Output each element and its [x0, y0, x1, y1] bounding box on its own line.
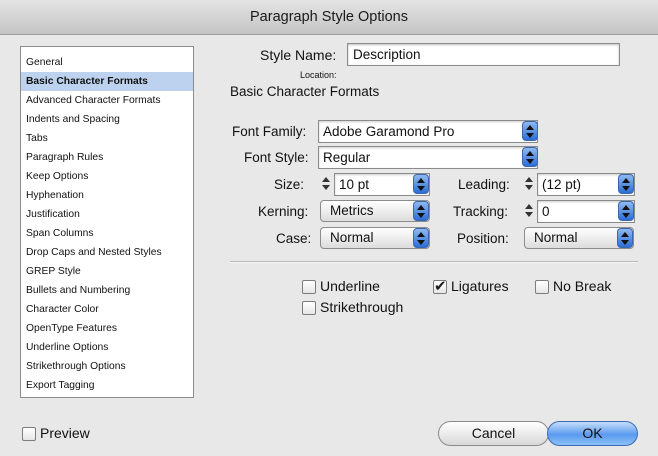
size-stepper-icon[interactable] [320, 174, 332, 194]
sidebar-item-export-tagging[interactable]: Export Tagging [21, 376, 193, 395]
sidebar-item-basic-character-formats[interactable]: Basic Character Formats [21, 72, 193, 91]
tracking-value: 0 [542, 204, 550, 219]
cancel-button[interactable]: Cancel [438, 421, 549, 446]
style-name-label: Style Name: [260, 47, 337, 63]
window-title: Paragraph Style Options [0, 0, 658, 35]
ligatures-label: Ligatures [451, 278, 509, 294]
tracking-label: Tracking: [453, 204, 509, 219]
position-value: Normal [534, 230, 578, 245]
sidebar-item-opentype-features[interactable]: OpenType Features [21, 319, 193, 338]
font-style-value: Regular [323, 150, 371, 165]
leading-value: (12 pt) [542, 177, 582, 192]
kerning-dropdown-icon[interactable] [413, 201, 429, 221]
font-family-dropdown-icon[interactable] [522, 121, 538, 141]
no-break-checkbox[interactable] [535, 280, 549, 294]
sidebar-item-grep-style[interactable]: GREP Style [21, 262, 193, 281]
size-label: Size: [274, 177, 305, 192]
leading-stepper-icon[interactable] [523, 174, 535, 194]
sidebar-item-drop-caps-and-nested-styles[interactable]: Drop Caps and Nested Styles [21, 243, 193, 262]
sidebar-item-span-columns[interactable]: Span Columns [21, 224, 193, 243]
font-family-value: Adobe Garamond Pro [323, 124, 455, 139]
sidebar-item-strikethrough-options[interactable]: Strikethrough Options [21, 357, 193, 376]
kerning-label: Kerning: [258, 204, 309, 219]
font-style-dropdown-icon[interactable] [522, 147, 538, 167]
preview-checkbox[interactable] [22, 427, 36, 441]
size-dropdown-icon[interactable] [413, 174, 429, 194]
location-label: Location: [300, 70, 337, 80]
strikethrough-label: Strikethrough [320, 299, 404, 315]
underline-checkbox[interactable] [302, 280, 316, 294]
size-value: 10 pt [339, 177, 370, 192]
paragraph-style-options-dialog: Paragraph Style Options General Basic Cha… [0, 0, 658, 456]
position-dropdown-icon[interactable] [617, 228, 633, 248]
ok-button[interactable]: OK [547, 421, 638, 446]
underline-label: Underline [320, 278, 380, 294]
sidebar-item-general[interactable]: General [21, 53, 193, 72]
case-label: Case: [276, 231, 312, 246]
strikethrough-checkbox[interactable] [302, 301, 316, 315]
sidebar-item-indents-and-spacing[interactable]: Indents and Spacing [21, 110, 193, 129]
tracking-dropdown-icon[interactable] [618, 201, 634, 221]
font-style-combo[interactable]: Regular [318, 146, 538, 169]
font-family-label: Font Family: [232, 124, 307, 139]
sidebar-item-advanced-character-formats[interactable]: Advanced Character Formats [21, 91, 193, 110]
separator [230, 261, 638, 263]
font-family-combo[interactable]: Adobe Garamond Pro [318, 120, 538, 143]
section-title: Basic Character Formats [230, 84, 380, 99]
case-value: Normal [330, 230, 374, 245]
preview-label: Preview [40, 425, 90, 441]
ligatures-checkbox[interactable] [433, 277, 447, 295]
case-dropdown-icon[interactable] [413, 228, 429, 248]
style-name-input[interactable]: Description [347, 43, 620, 66]
sidebar-item-justification[interactable]: Justification [21, 205, 193, 224]
category-list[interactable]: General Basic Character Formats Advanced C… [20, 46, 194, 398]
sidebar-item-underline-options[interactable]: Underline Options [21, 338, 193, 357]
sidebar-item-keep-options[interactable]: Keep Options [21, 167, 193, 186]
font-style-label: Font Style: [244, 150, 309, 165]
position-label: Position: [457, 231, 509, 246]
sidebar-item-paragraph-rules[interactable]: Paragraph Rules [21, 148, 193, 167]
sidebar-item-character-color[interactable]: Character Color [21, 300, 193, 319]
sidebar-item-hyphenation[interactable]: Hyphenation [21, 186, 193, 205]
kerning-value: Metrics [330, 203, 374, 218]
sidebar-item-tabs[interactable]: Tabs [21, 129, 193, 148]
leading-label: Leading: [458, 177, 510, 192]
tracking-stepper-icon[interactable] [523, 201, 535, 221]
leading-dropdown-icon[interactable] [618, 174, 634, 194]
no-break-label: No Break [553, 278, 612, 294]
sidebar-item-bullets-and-numbering[interactable]: Bullets and Numbering [21, 281, 193, 300]
